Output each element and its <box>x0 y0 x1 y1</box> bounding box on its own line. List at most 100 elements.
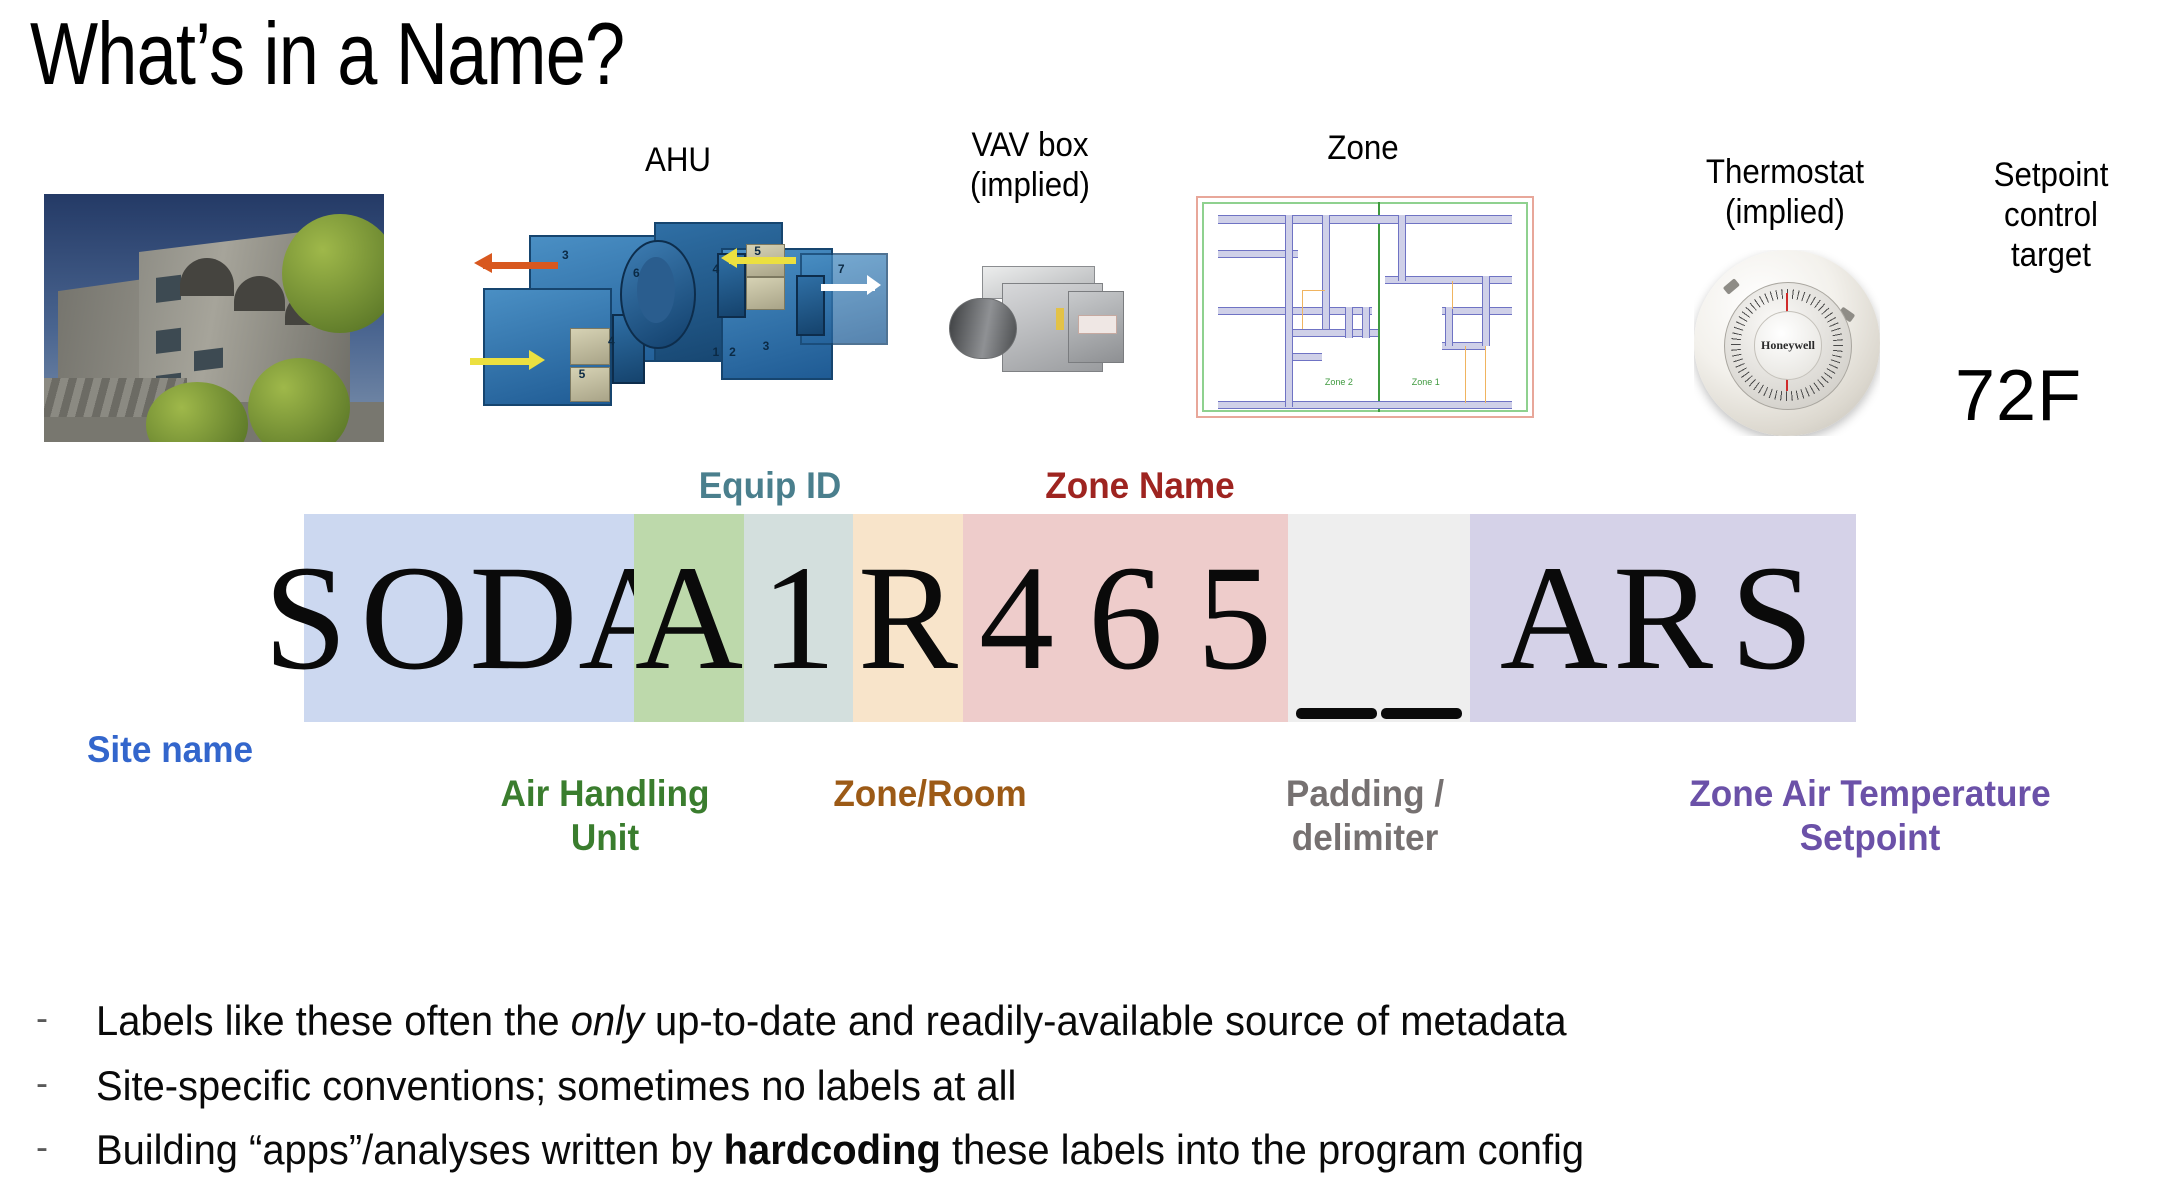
honeywell-logo: Honeywell <box>1760 338 1815 353</box>
building-photo <box>44 194 384 442</box>
segment-text: 465 <box>962 543 1289 693</box>
caption-line: control <box>2004 196 2098 235</box>
duct-line <box>1451 280 1453 310</box>
bullet-text: Building “apps”/analyses written by hard… <box>96 1124 1584 1177</box>
name-char: 5 <box>1197 535 1272 701</box>
caption-line: Zone <box>1327 129 1399 167</box>
caption-line: (implied) <box>970 166 1090 205</box>
caption-line: Setpoint <box>1993 156 2109 194</box>
caption-zone: Zone <box>1248 128 1478 168</box>
caption-line: target <box>2010 236 2091 275</box>
supply-arrow-head <box>720 248 737 269</box>
name-char: 4 <box>979 535 1054 701</box>
bullet-list: - Labels like these often the only up-to… <box>36 995 2126 1189</box>
wall <box>1321 215 1330 329</box>
label-zone-room: Zone/Room <box>833 773 1027 814</box>
supply-arrow <box>729 257 797 265</box>
vav-label-plate <box>1078 315 1118 334</box>
segment-site-name: SODA <box>264 514 687 722</box>
name-char: 6 <box>1088 535 1163 701</box>
ahu-fan-hub <box>637 257 675 324</box>
wall <box>1481 276 1490 347</box>
setpoint-value: 72F <box>1955 356 2083 436</box>
segment-zone-name: 465 <box>963 514 1288 722</box>
wall <box>1361 307 1370 338</box>
label-zone-name: Zone Name <box>1045 465 1235 506</box>
vav-damper-handle <box>1055 308 1064 331</box>
bullet-text-pre: Labels like these often the <box>96 997 571 1044</box>
intake-arrow-head <box>528 349 545 370</box>
wall <box>1344 307 1353 338</box>
duct-line <box>1301 289 1325 291</box>
segment-text: ARS <box>1500 543 1827 693</box>
wall <box>1445 307 1454 347</box>
caption-line: AHU <box>644 141 712 179</box>
discharge-arrow-head <box>867 274 882 295</box>
wall <box>1284 215 1293 408</box>
window <box>193 346 224 371</box>
bullet-text-pre: Building “apps”/analyses written by <box>96 1126 724 1173</box>
window <box>156 327 182 354</box>
list-item: - Site-specific conventions; sometimes n… <box>36 1060 2126 1113</box>
label-padding-delimiter: Padding / delimiter <box>1285 773 1445 859</box>
bullet-text: Site-specific conventions; sometimes no … <box>96 1060 1016 1113</box>
label-site-name: Site name <box>86 729 254 770</box>
list-item: - Building “apps”/analyses written by ha… <box>36 1124 2126 1177</box>
caption-line: Thermostat <box>1705 153 1865 191</box>
bullet-dash: - <box>36 997 48 1038</box>
exhaust-arrow-head <box>474 252 493 273</box>
bullet-text-pre: Site-specific conventions; sometimes no … <box>96 1061 1017 1109</box>
segment-text: SODA <box>251 543 687 693</box>
duct-line <box>1465 346 1467 403</box>
slide: What’s in a Name? 3 6 4 5 4 5 1 2 3 7 Zo… <box>0 0 2160 1180</box>
zone-divider <box>1378 202 1381 412</box>
page-title: What’s in a Name? <box>30 4 625 103</box>
ahu-filter <box>745 277 786 310</box>
segment-padding <box>1288 514 1470 722</box>
name-string-bar: SODA A 1 R 465 ARS <box>264 514 1856 722</box>
exhaust-arrow <box>482 261 558 269</box>
label-equip-id: Equip ID <box>698 465 842 506</box>
ahu-filter <box>570 367 610 403</box>
wall <box>1218 400 1512 409</box>
name-char: A <box>634 535 744 701</box>
bullet-text-emphasis: only <box>570 997 644 1044</box>
bullet-dash: - <box>36 1061 48 1103</box>
bullet-dash: - <box>36 1126 48 1167</box>
window <box>156 274 182 303</box>
name-char: O <box>360 535 469 701</box>
segment-ahu: A <box>634 514 744 722</box>
name-char: A <box>1499 535 1609 701</box>
caption-thermostat: Thermostat (implied) <box>1638 152 1932 232</box>
vav-duct-inlet <box>948 298 1017 359</box>
segment-text: 1 <box>744 543 853 693</box>
name-char: S <box>1730 535 1814 701</box>
name-char: R <box>1612 535 1714 701</box>
segment-equip-id: 1 <box>744 514 853 722</box>
bullet-text-strong: hardcoding <box>723 1126 941 1173</box>
duct-line <box>1301 289 1303 329</box>
zone-2-label: Zone 2 <box>1324 376 1353 387</box>
name-char: 1 <box>761 535 836 701</box>
caption-setpoint: Setpoint control target <box>1954 155 2147 275</box>
label-zone-air-temperature-setpoint: Zone Air Temperature Setpoint <box>1689 773 2051 859</box>
duct-line <box>1485 346 1487 403</box>
segment-text: R <box>854 543 963 693</box>
segment-zone-air-temp-setpoint: ARS <box>1470 514 1856 722</box>
wall <box>1218 215 1512 225</box>
caption-ahu: AHU <box>586 140 770 180</box>
bullet-text-post: up-to-date and readily-available source … <box>643 997 1567 1044</box>
wall <box>1398 215 1407 281</box>
list-item: - Labels like these often the only up-to… <box>36 995 2126 1048</box>
intake-arrow <box>470 358 537 366</box>
ahu-diagram: 3 6 4 5 4 5 1 2 3 7 <box>470 200 888 420</box>
name-char: R <box>857 535 959 701</box>
caption-vav: VAV box (implied) <box>910 125 1149 205</box>
caption-line: VAV box <box>971 126 1089 164</box>
caption-line: (implied) <box>1725 193 1845 232</box>
zone-1-label: Zone 1 <box>1411 376 1440 387</box>
ahu-filter <box>570 327 610 365</box>
name-char: D <box>469 535 578 701</box>
label-air-handling-unit: Air Handling Unit <box>500 773 710 859</box>
bullet-text: Labels like these often the only up-to-d… <box>96 995 1567 1048</box>
